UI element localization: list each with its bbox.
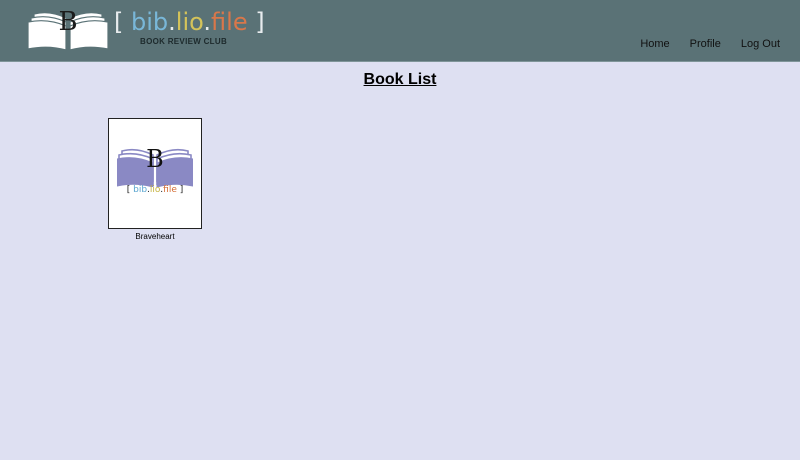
book-title[interactable]: Braveheart [108, 232, 202, 241]
cover-word-lio: lio [149, 185, 161, 195]
logo-word-file: file [211, 8, 248, 36]
top-bar: B [ bib.lio.file ] BOOK REVIEW CLUB Home… [0, 0, 800, 62]
cover-letter: B [146, 145, 164, 173]
cover-wordmark: [ bib.lio.file ] [109, 185, 201, 195]
logo-wordmark: [ bib.lio.file ] [114, 9, 265, 35]
page-title: Book List [363, 71, 437, 88]
book-cover-image[interactable]: B [ bib.lio.file ] [108, 118, 202, 229]
open-book-logo-icon: B [28, 7, 108, 50]
logo-dot: . [168, 8, 176, 36]
logo-word-bib: bib [131, 8, 169, 36]
book-card[interactable]: B [ bib.lio.file ] Braveheart [108, 118, 202, 241]
logo-bracket-open: [ [114, 8, 124, 36]
cover-word-file: file [163, 185, 177, 195]
cover-bracket-open: [ [126, 185, 131, 195]
logo-dot: . [203, 8, 212, 36]
logo-tagline: BOOK REVIEW CLUB [140, 37, 228, 46]
main-nav: Home Profile Log Out [640, 38, 780, 50]
open-book-cover-icon: B [117, 145, 193, 187]
logo-bracket-close: ] [255, 8, 265, 36]
nav-profile-link[interactable]: Profile [690, 38, 721, 50]
logo-letter: B [58, 7, 77, 37]
cover-word-bib: bib [133, 185, 148, 195]
nav-home-link[interactable]: Home [640, 38, 669, 50]
cover-bracket-close: ] [179, 185, 184, 195]
logo-word-lio: lio [175, 8, 204, 36]
nav-logout-link[interactable]: Log Out [741, 38, 780, 50]
site-logo[interactable]: B [ bib.lio.file ] BOOK REVIEW CLUB [28, 6, 265, 50]
